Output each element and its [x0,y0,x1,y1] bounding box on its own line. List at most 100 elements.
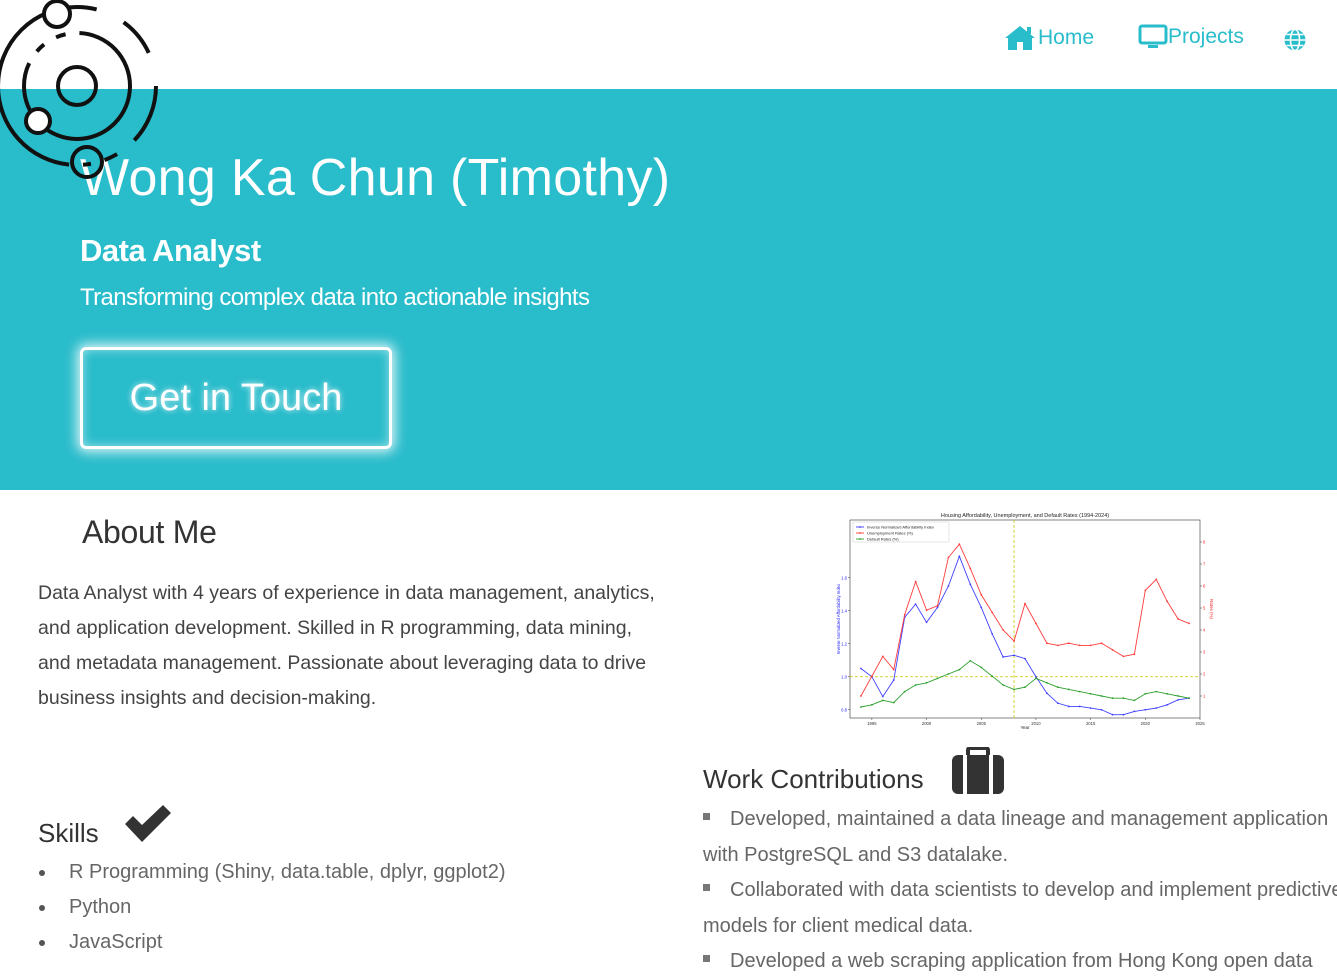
data-point [1100,708,1103,711]
data-point [1024,657,1026,660]
data-point [881,699,884,702]
data-point [947,556,950,559]
data-point [1035,675,1037,678]
data-point [1133,653,1136,656]
language-globe-link[interactable] [1283,28,1307,52]
data-point [914,580,917,583]
x-tick-label: 2015 [1086,721,1096,726]
data-point [1177,695,1180,697]
data-point [1144,708,1147,711]
y-tick-label: 1.0 [841,674,847,679]
data-point [1067,642,1070,645]
data-point [1089,644,1092,647]
data-point [1045,692,1048,695]
data-point [1188,697,1190,700]
data-point [892,701,895,704]
data-point [936,604,939,607]
about-text: Data Analyst with 4 years of experience … [38,582,655,709]
x-tick-label: 1995 [867,721,877,726]
data-point [1166,692,1169,695]
nav-projects-link[interactable]: Projects [1138,24,1244,50]
data-point [925,681,928,684]
data-point [1067,688,1070,691]
data-point [1111,648,1114,651]
data-point [1122,713,1125,716]
data-point [1024,686,1026,689]
data-point [1155,707,1158,709]
list-item: Developed a web scraping application fro… [703,944,1337,980]
legend-marker [859,526,861,528]
skills-list: R Programming (Shiny, data.table, dplyr,… [38,855,506,960]
data-point [1100,695,1103,697]
x-tick-label: 2000 [922,721,932,726]
x-tick-label: 2020 [1141,721,1151,726]
data-point [892,668,895,671]
hero-role: Data Analyst [80,233,261,268]
y-tick-label: 1.4 [841,608,847,613]
data-point [860,706,862,708]
data-point [936,677,939,680]
list-item: Python [38,890,506,925]
data-point [1078,690,1081,693]
data-point [1002,629,1005,631]
y2-tick-label: 1 [1203,694,1206,699]
data-point [1056,644,1059,647]
y-tick-label: 1.6 [841,575,847,580]
y2-tick-label: 5 [1203,606,1206,611]
data-point [980,593,983,596]
get-in-touch-button[interactable]: Get in Touch [80,347,392,449]
data-point [991,611,994,614]
data-point [958,555,961,558]
legend-label: Unemployment Rates (%) [867,531,913,536]
y-tick-label: 1.2 [841,641,847,646]
legend-marker [859,538,861,540]
y2-tick-label: 2 [1203,672,1206,677]
data-point [1024,602,1026,605]
list-item: Developed, maintained a data lineage and… [703,808,1329,866]
data-point [860,667,862,670]
data-point [991,675,994,678]
chart-plot-area [849,519,1201,719]
data-point [1078,705,1081,708]
data-point [958,543,961,546]
hero-name: Wong Ka Chun (Timothy) [80,149,671,207]
orbit-logo-icon[interactable] [0,0,165,185]
checkmark-icon [122,804,174,849]
x-tick-label: 2005 [977,721,987,726]
y2-tick-label: 7 [1203,562,1206,567]
data-point [860,695,862,697]
nav-projects-label: Projects [1168,25,1244,48]
data-point [1111,697,1114,700]
hero-tagline: Transforming complex data into actionabl… [80,284,590,311]
top-navbar: Home Projects [0,0,1337,89]
x-tick-label: 2010 [1031,721,1041,726]
y2-tick-label: 6 [1203,584,1206,589]
data-point [1144,589,1147,592]
list-item: Collaborated with data scientists to dev… [703,879,1337,937]
data-point [914,603,917,606]
data-point [881,695,884,698]
data-point [1035,677,1037,680]
monitor-icon [1138,24,1168,50]
work-list: Developed, maintained a data lineage and… [703,802,1337,980]
data-point [1155,578,1158,581]
nav-home-link[interactable]: Home [1004,24,1094,52]
data-point [870,675,873,678]
x-tick-label: 2025 [1195,721,1205,726]
home-icon [1004,24,1036,52]
data-point [991,632,994,635]
data-point [914,684,917,686]
data-point [1122,697,1125,700]
nav-home-label: Home [1038,26,1095,49]
data-point [969,567,972,570]
legend-label: Default Rates (%) [867,537,899,542]
data-point [947,673,950,675]
data-point [1045,681,1048,684]
y-tick-label: 0.8 [841,707,847,712]
legend-label: Inverse Normalized Affordability Index [867,525,934,530]
data-point [881,655,884,658]
chart-y2label: Rates (%) [1209,599,1214,620]
data-point [1166,703,1169,706]
globe-icon [1283,28,1307,52]
y2-tick-label: 4 [1203,628,1206,633]
